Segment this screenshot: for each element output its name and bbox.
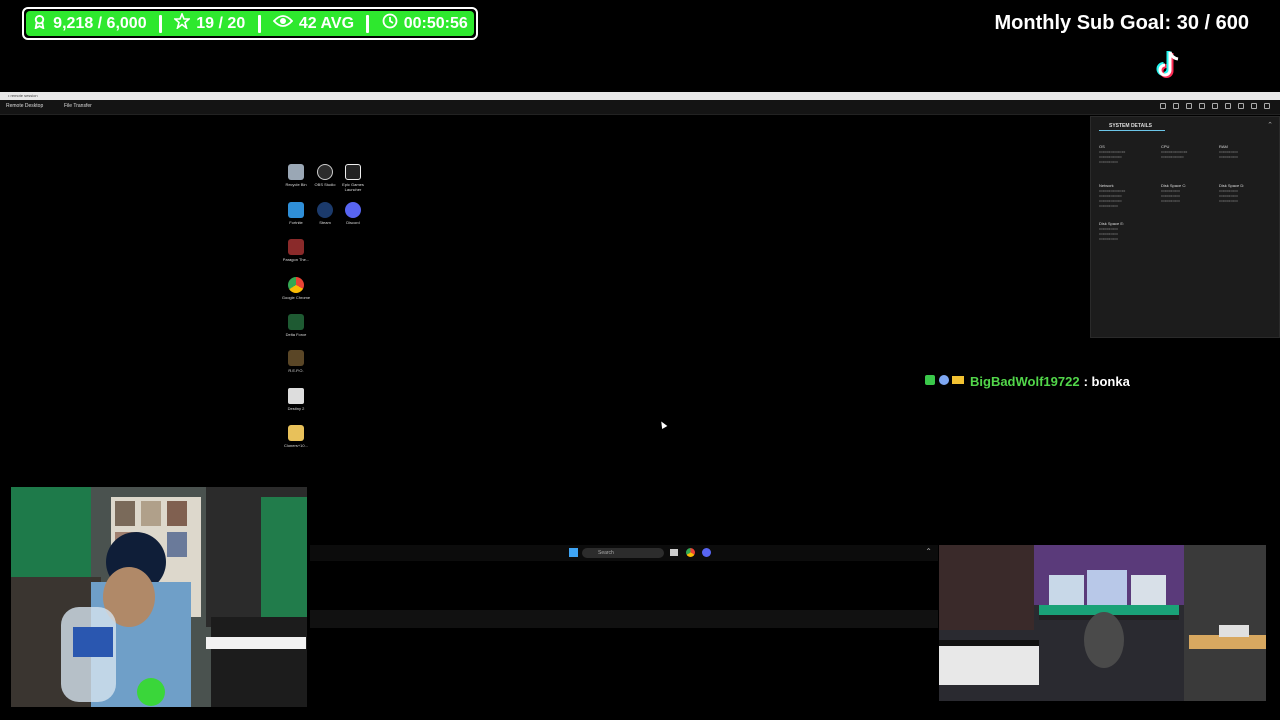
followers-stat: 9,218 / 6,000 [32, 14, 147, 34]
streamer-webcam [11, 487, 307, 707]
desktop-icon-destiny[interactable]: Destiny 2 [281, 388, 311, 411]
subs-value: 19 / 20 [196, 14, 246, 32]
network-section: Network ▭▭▭▭▭▭▭ ▭▭▭▭▭▭ ▭▭▭▭▭▭ ▭▭▭▭▭ [1099, 183, 1126, 208]
task-view-icon[interactable] [670, 549, 678, 556]
display-icon[interactable] [1173, 103, 1179, 109]
keyboard-icon[interactable] [1186, 103, 1192, 109]
os-label: OS [1099, 144, 1105, 149]
disk-d-section: Disk Space D: ▭▭▭▭▭ ▭▭▭▭▭ ▭▭▭▭▭ [1219, 183, 1245, 203]
epic-games-icon [345, 164, 361, 180]
chat-icon[interactable] [1212, 103, 1218, 109]
stream-stats-bar: 9,218 / 6,000 19 / 20 42 AVG 00:50:56 [22, 7, 478, 40]
desktop-icon-folder[interactable]: Cloners+10... [281, 425, 311, 448]
screenshot-icon[interactable] [1238, 103, 1244, 109]
ram-label: RAM [1219, 144, 1228, 149]
desktop-icon-steam[interactable]: Steam [310, 202, 340, 225]
desktop-icon-fortnite[interactable]: Fortnite [281, 202, 311, 225]
settings-icon[interactable] [1160, 103, 1166, 109]
title-underline [1099, 130, 1165, 131]
tray-chevron-icon[interactable]: ⌃ [925, 547, 932, 556]
network-label: Network [1099, 183, 1114, 188]
uptime-value: 00:50:56 [403, 14, 468, 32]
remote-window-titlebar[interactable]: • remote session [0, 92, 1280, 100]
obs-studio-icon [317, 164, 333, 180]
desktop-icon-repo[interactable]: R.E.P.O. [281, 350, 311, 373]
remote-toolbar: Remote Desktop File Transfer [0, 100, 1280, 115]
destiny-icon [288, 388, 304, 404]
folder-icon [288, 425, 304, 441]
desktop-icon-discord[interactable]: Discord [338, 202, 368, 225]
record-icon[interactable] [1225, 103, 1231, 109]
toolbar-icons [1160, 103, 1270, 109]
chat-username: BigBadWolf19722 [970, 374, 1080, 389]
cpu-label: CPU [1161, 144, 1170, 149]
desktop-icon-delta-force[interactable]: Delta Force [281, 314, 311, 337]
tab-file-transfer[interactable]: File Transfer [64, 103, 92, 109]
disk-c-section: Disk Space C: ▭▭▭▭▭ ▭▭▭▭▭ ▭▭▭▭▭ [1161, 183, 1187, 203]
star-icon [173, 11, 192, 34]
disk-e-label: Disk Space E: [1099, 221, 1125, 226]
viewers-value: 42 AVG [298, 14, 355, 32]
desktop-icon-recycle-bin[interactable]: Recycle Bin [281, 164, 311, 187]
tab-remote-desktop[interactable]: Remote Desktop [6, 103, 43, 109]
followers-value: 9,218 / 6,000 [53, 14, 147, 32]
discord-icon [345, 202, 361, 218]
recycle-bin-icon [288, 164, 304, 180]
fullscreen-icon[interactable] [1251, 103, 1257, 109]
os-section: OS ▭▭▭▭▭▭▭ ▭▭▭▭▭▭ ▭▭▭▭▭ [1099, 144, 1126, 164]
divider [366, 14, 370, 33]
chat-text: : bonka [1083, 374, 1130, 389]
stream-strip [310, 610, 938, 628]
viewers-stat: 42 AVG [272, 14, 355, 33]
steam-icon [317, 202, 333, 218]
more-icon[interactable] [1264, 103, 1270, 109]
studio-webcam [939, 545, 1266, 701]
uptime-stat: 00:50:56 [382, 13, 468, 34]
tiktok-icon [1150, 47, 1186, 83]
paragon-icon [288, 239, 304, 255]
badge-icons [924, 373, 966, 390]
search-label: Search [598, 550, 614, 556]
divider [257, 14, 261, 33]
subs-stat: 19 / 20 [173, 11, 246, 34]
desktop-icon-chrome[interactable]: Google Chrome [281, 277, 311, 300]
chat-message: BigBadWolf19722 : bonka [924, 373, 1130, 390]
chevron-up-icon[interactable]: ⌃ [1267, 121, 1273, 129]
desktop-icon-epic-games[interactable]: Epic Games Launcher [338, 164, 368, 192]
system-details-title: SYSTEM DETAILS [1109, 123, 1152, 129]
windows-start-icon[interactable] [569, 548, 578, 557]
eye-icon [272, 14, 294, 33]
taskbar-search[interactable]: Search [582, 548, 664, 558]
clock-icon [382, 13, 398, 34]
cpu-section: CPU ▭▭▭▭▭▭▭ ▭▭▭▭▭▭ [1161, 144, 1188, 159]
delta-force-icon [288, 314, 304, 330]
repo-icon [288, 350, 304, 366]
disk-d-label: Disk Space D: [1219, 183, 1245, 188]
desktop-icon-obs-studio[interactable]: OBS Studio [310, 164, 340, 187]
tools-icon[interactable] [1199, 103, 1205, 109]
ram-section: RAM ▭▭▭▭▭ ▭▭▭▭▭ [1219, 144, 1238, 159]
mouse-cursor-icon [658, 419, 668, 430]
divider [158, 14, 162, 33]
disk-e-section: Disk Space E: ▭▭▭▭▭ ▭▭▭▭▭ ▭▭▭▭▭ [1099, 221, 1125, 241]
disk-c-label: Disk Space C: [1161, 183, 1187, 188]
discord-taskbar-icon[interactable] [702, 548, 711, 557]
system-details-panel: SYSTEM DETAILS ⌃ OS ▭▭▭▭▭▭▭ ▭▭▭▭▭▭ ▭▭▭▭▭ CP… [1090, 116, 1280, 338]
monthly-sub-goal: Monthly Sub Goal: 30 / 600 [994, 12, 1250, 34]
chrome-taskbar-icon[interactable] [686, 548, 695, 557]
award-icon [32, 14, 47, 34]
chrome-icon [288, 277, 304, 293]
fortnite-icon [288, 202, 304, 218]
desktop-icon-paragon[interactable]: Paragon The... [281, 239, 311, 262]
remote-taskbar: Search ⌃ [310, 545, 938, 561]
